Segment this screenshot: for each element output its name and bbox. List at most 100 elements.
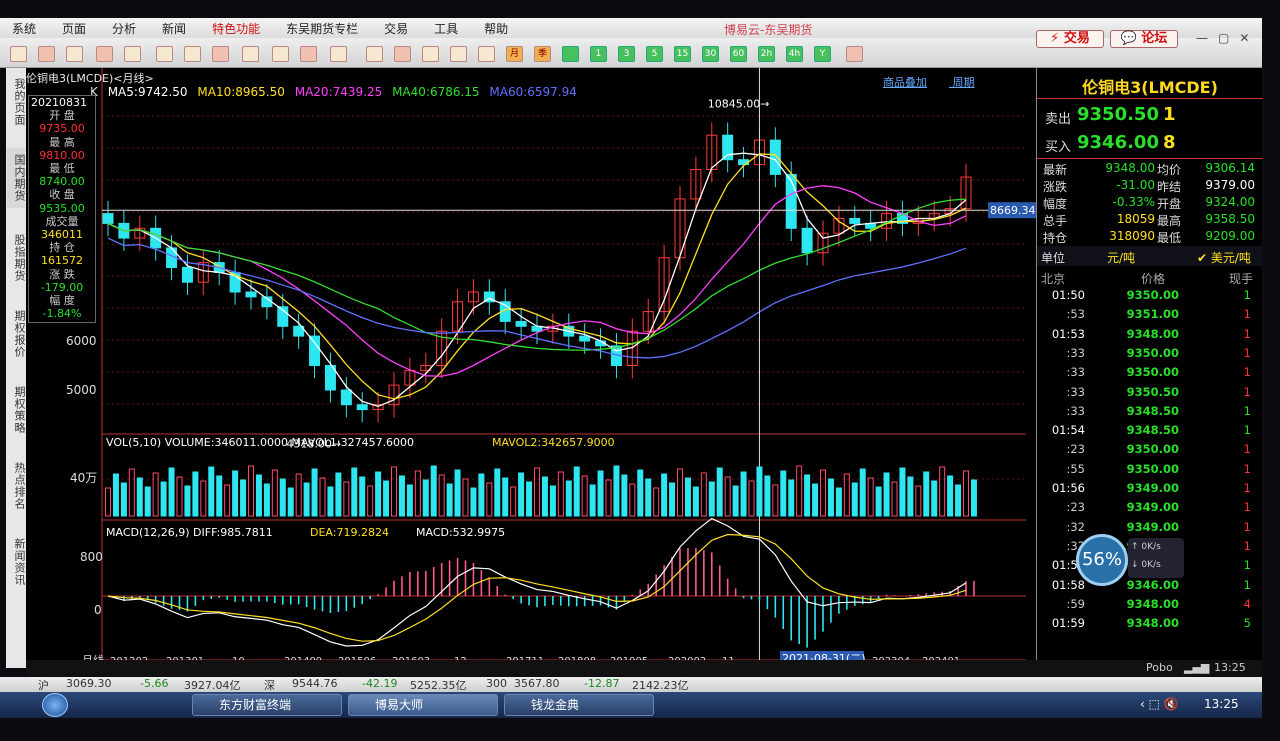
tab-option-quotes[interactable]: 期权报价 (7, 304, 26, 364)
sz-amt: 5252.35亿 (410, 679, 467, 692)
crosshair-value: 8669.34 (990, 204, 1036, 217)
tray-icons[interactable]: ‹ ⬚ 🔇 (1140, 697, 1179, 711)
tab-index-futures[interactable]: 股指期货 (7, 228, 26, 288)
table-icon[interactable] (366, 46, 383, 62)
task-qianlong[interactable]: 钱龙金典 (504, 694, 654, 716)
overlay-link[interactable]: 商品叠加 (883, 76, 927, 89)
unit-usd[interactable]: ✔ 美元/吨 (1197, 249, 1251, 266)
trade-row: :23 9350.00 1 (1037, 442, 1263, 461)
news-icon[interactable] (96, 46, 113, 62)
draw-pen-icon[interactable] (242, 46, 259, 62)
period-5min-button[interactable]: 5 (646, 46, 663, 62)
net-up: ↑ 0K/s (1131, 542, 1161, 552)
trade-button[interactable]: ⚡ 交易 (1036, 30, 1104, 48)
period-2h-button[interactable]: 2h (758, 46, 775, 62)
window-controls[interactable]: —▢✕ (1196, 31, 1259, 45)
menu-dongwu-column[interactable]: 东吴期货专栏 (286, 20, 358, 37)
tab-domestic-futures[interactable]: 国内期货 (7, 148, 26, 208)
menu-tools[interactable]: 工具 (434, 20, 458, 37)
trade-price: 9348.50 (1126, 403, 1179, 418)
period-link[interactable]: 周期 (953, 76, 975, 89)
zoom-out-icon[interactable] (184, 46, 201, 62)
color-icon[interactable] (272, 46, 289, 62)
tab-option-strategy[interactable]: 期权策略 (7, 380, 26, 440)
volume-bar (716, 467, 723, 517)
macd-legend: MACD(12,26,9) DIFF:985.7811 (106, 526, 273, 539)
task-eastmoney[interactable]: 东方财富终端 (192, 694, 342, 716)
day-icon[interactable] (450, 46, 467, 62)
info-oi: 161572 (41, 254, 83, 268)
period-1min-button[interactable]: 1 (590, 46, 607, 62)
trade-volume: 1 (1243, 403, 1251, 418)
trade-row: :33 9348.50 1 (1037, 404, 1263, 423)
back-icon[interactable] (10, 46, 27, 62)
settings-icon[interactable] (846, 46, 863, 62)
trade-price: 9350.00 (1126, 365, 1179, 380)
trade-price: 9349.00 (1126, 500, 1179, 515)
volume-bar (637, 469, 644, 517)
task-boyi[interactable]: 博易大师 (348, 694, 498, 716)
trade-volume: 1 (1243, 442, 1251, 457)
refresh-icon[interactable] (124, 46, 141, 62)
unit-cny[interactable]: 元/吨 (1107, 249, 1135, 266)
period-quarter-button[interactable]: 季 (534, 46, 551, 62)
stat-label: 幅度 (1043, 197, 1068, 211)
trade-price: 9348.00 (1126, 596, 1179, 611)
period-year-icon[interactable] (562, 46, 579, 62)
volume-bar (494, 468, 501, 517)
week-icon[interactable] (478, 46, 495, 62)
scroll-icon[interactable] (212, 46, 229, 62)
trade-row: :23 9349.00 1 (1037, 500, 1263, 519)
stat-label: 均价 (1157, 163, 1182, 177)
period-30min-button[interactable]: 30 (702, 46, 719, 62)
trade-row: :53 9351.00 1 (1037, 307, 1263, 326)
macd-tick: 800 (80, 550, 103, 564)
grid-icon[interactable] (330, 46, 347, 62)
chart-background (26, 68, 1036, 668)
kline-chart[interactable]: 8669.3410845.00→4318.00→60005000VOL(5,10… (26, 68, 1036, 668)
period-month-button[interactable]: 月 (506, 46, 523, 62)
candle-body (356, 404, 368, 411)
menu-news[interactable]: 新闻 (162, 20, 186, 37)
menu-analysis[interactable]: 分析 (112, 20, 136, 37)
trade-volume: 1 (1243, 577, 1251, 592)
zoom-in-icon[interactable] (156, 46, 173, 62)
volume-bar (541, 476, 548, 517)
tab-my-page[interactable]: 我的页面 (7, 70, 26, 134)
trade-time: 01:58 (1051, 577, 1085, 592)
buy-label: 买入 (1045, 140, 1072, 155)
y-tick: 5000 (66, 383, 97, 397)
candle-body (722, 134, 734, 161)
period-3min-button[interactable]: 3 (618, 46, 635, 62)
menu-trade[interactable]: 交易 (384, 20, 408, 37)
minute-chart-icon[interactable] (422, 46, 439, 62)
brand-label: Pobo (1146, 661, 1173, 674)
menu-features[interactable]: 特色功能 (212, 20, 260, 37)
volume-bar (645, 478, 652, 517)
period-60min-button[interactable]: 60 (730, 46, 747, 62)
volume-bar (263, 483, 270, 517)
sh-label: 沪 (38, 679, 49, 692)
indicator-icon[interactable] (300, 46, 317, 62)
trade-time: :32 (1066, 519, 1085, 534)
menu-page[interactable]: 页面 (62, 20, 86, 37)
net-speed-widget[interactable]: 56% (1076, 534, 1128, 586)
menu-system[interactable]: 系统 (12, 20, 36, 37)
home-icon[interactable] (38, 46, 55, 62)
forum-button[interactable]: 💬 论坛 (1110, 30, 1178, 48)
period-year-button[interactable]: Y (814, 46, 831, 62)
chart-icon[interactable] (394, 46, 411, 62)
sell-vol: 1 (1163, 104, 1176, 125)
tab-hot-ranking[interactable]: 热点排名 (7, 456, 26, 516)
high-marker: 10845.00→ (708, 98, 770, 111)
period-4h-button[interactable]: 4h (786, 46, 803, 62)
chart-area[interactable]: 8669.34 10845.00→ 4318.00→ 6000 5000 VOL(5,10… (26, 68, 1036, 668)
start-button[interactable] (42, 693, 68, 717)
period-15min-button[interactable]: 15 (674, 46, 691, 62)
tab-news[interactable]: 新闻资讯 (7, 532, 26, 592)
volume-bar (406, 484, 413, 517)
sell-row: 卖出 9350.50 1 (1037, 104, 1263, 130)
menu-help[interactable]: 帮助 (484, 20, 508, 37)
col-price-header: 价格 (1141, 272, 1166, 286)
layout-icon[interactable] (66, 46, 83, 62)
